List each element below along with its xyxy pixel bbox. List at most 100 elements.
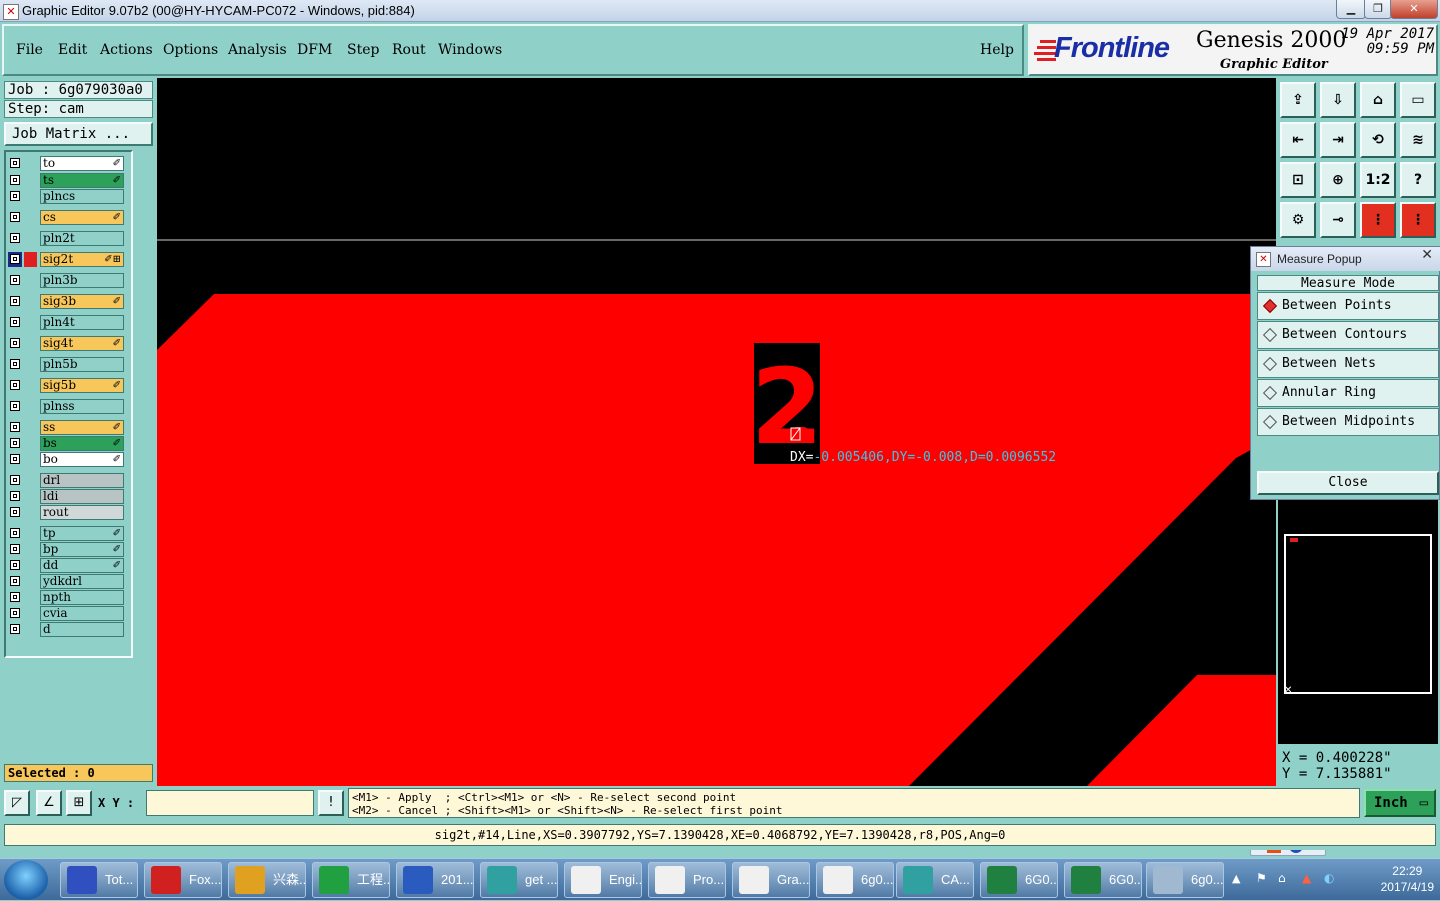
taskbar-item[interactable]: Fox...: [144, 862, 222, 898]
menu-actions[interactable]: Actions: [100, 42, 153, 58]
taskbar-item[interactable]: Pro...: [648, 862, 726, 898]
layer-name[interactable]: pln4t: [40, 315, 124, 330]
layer-name[interactable]: ldi: [40, 489, 124, 504]
layer-checkbox-icon[interactable]: [10, 380, 20, 390]
layer-row-bs[interactable]: bs ✐: [8, 436, 126, 451]
layer-name[interactable]: pln2t: [40, 231, 124, 246]
layer-name[interactable]: rout: [40, 505, 124, 520]
taskbar-item[interactable]: 6G0...: [980, 862, 1058, 898]
taskbar-item[interactable]: 6G0...: [1064, 862, 1142, 898]
layer-row-bp[interactable]: bp ✐: [8, 542, 126, 557]
taskbar-item[interactable]: Tot...: [60, 862, 138, 898]
menu-analysis[interactable]: Analysis: [228, 42, 287, 58]
taskbar-item[interactable]: 6g0...: [816, 862, 894, 898]
snap-mode-icon[interactable]: ◸: [4, 790, 30, 816]
layer-checkbox-icon[interactable]: [10, 528, 20, 538]
taskbar-item[interactable]: 201...: [396, 862, 474, 898]
layer-row-pln5b[interactable]: pln5b: [8, 357, 126, 372]
xy-input[interactable]: [146, 790, 314, 816]
layers-red-icon[interactable]: ⋮: [1360, 202, 1396, 238]
layers-red-2-icon[interactable]: ⋮: [1400, 202, 1436, 238]
layer-checkbox-icon[interactable]: [10, 560, 20, 570]
layer-name[interactable]: bs ✐: [40, 436, 124, 451]
popup-close-button[interactable]: Close: [1257, 471, 1439, 495]
layer-checkbox-icon[interactable]: [10, 254, 20, 264]
layer-row-npth[interactable]: npth: [8, 590, 126, 605]
layer-row-bo[interactable]: bo ✐: [8, 452, 126, 467]
taskbar-item[interactable]: 工程...: [312, 862, 390, 898]
layer-row-sig5b[interactable]: sig5b ✐: [8, 378, 126, 393]
layer-row-pln4t[interactable]: pln4t: [8, 315, 126, 330]
layer-row-d[interactable]: d: [8, 622, 126, 637]
layer-name[interactable]: ss ✐: [40, 420, 124, 435]
layer-name[interactable]: bp ✐: [40, 542, 124, 557]
layer-name[interactable]: sig2t ✐⊞: [40, 252, 124, 267]
layer-row-tp[interactable]: tp ✐: [8, 526, 126, 541]
layer-row-dd[interactable]: dd ✐: [8, 558, 126, 573]
redraw-icon[interactable]: ≋: [1400, 122, 1436, 158]
layer-name[interactable]: tp ✐: [40, 526, 124, 541]
volume-icon[interactable]: ◐: [1324, 871, 1334, 885]
layer-checkbox-icon[interactable]: [10, 454, 20, 464]
house-icon[interactable]: ⌂: [1360, 82, 1396, 118]
layer-name[interactable]: plncs: [40, 189, 124, 204]
option-between-nets[interactable]: Between Nets: [1257, 350, 1439, 378]
layer-checkbox-icon[interactable]: [10, 158, 20, 168]
layer-row-drl[interactable]: drl: [8, 473, 126, 488]
undo-view-icon[interactable]: ⟲: [1360, 122, 1396, 158]
measure-popup-title[interactable]: Measure Popup: [1251, 247, 1440, 271]
unit-selector[interactable]: Inch ▭: [1364, 789, 1436, 817]
menu-dfm[interactable]: DFM: [297, 42, 332, 58]
layer-checkbox-icon[interactable]: [10, 507, 20, 517]
minimize-button[interactable]: ▁: [1336, 0, 1366, 19]
option-between-contours[interactable]: Between Contours: [1257, 321, 1439, 349]
layer-checkbox-icon[interactable]: [10, 275, 20, 285]
layer-name[interactable]: bo ✐: [40, 452, 124, 467]
layer-checkbox-icon[interactable]: [10, 544, 20, 554]
layer-name[interactable]: sig4t ✐: [40, 336, 124, 351]
layer-row-sig4t[interactable]: sig4t ✐: [8, 336, 126, 351]
app-tray-icon[interactable]: ▲: [1302, 871, 1311, 885]
pan-left-icon[interactable]: ⇤: [1280, 122, 1316, 158]
layer-row-sig2t[interactable]: sig2t ✐⊞: [8, 252, 126, 267]
layer-name[interactable]: dd ✐: [40, 558, 124, 573]
overview-minimap[interactable]: ✕: [1284, 534, 1432, 696]
layer-checkbox-icon[interactable]: [10, 401, 20, 411]
angle-mode-icon[interactable]: ∠: [36, 790, 62, 816]
taskbar-item[interactable]: Gra...: [732, 862, 810, 898]
menu-windows[interactable]: Windows: [438, 42, 502, 58]
layer-checkbox-icon[interactable]: [10, 438, 20, 448]
layer-row-plnss[interactable]: plnss: [8, 399, 126, 414]
layer-row-sig3b[interactable]: sig3b ✐: [8, 294, 126, 309]
maximize-button[interactable]: ❐: [1364, 0, 1392, 19]
center-icon[interactable]: ⊕: [1320, 162, 1356, 198]
option-between-points[interactable]: Between Points: [1257, 292, 1439, 320]
layer-checkbox-icon[interactable]: [10, 576, 20, 586]
layer-name[interactable]: sig3b ✐: [40, 294, 124, 309]
layer-name[interactable]: to ✐: [40, 156, 124, 171]
layer-name[interactable]: sig5b ✐: [40, 378, 124, 393]
layer-checkbox-icon[interactable]: [10, 317, 20, 327]
alert-button[interactable]: !: [318, 790, 344, 816]
layer-name[interactable]: cvia: [40, 606, 124, 621]
layer-name[interactable]: d: [40, 622, 124, 637]
popup-close-icon[interactable]: ✕: [1421, 247, 1433, 263]
settings-icon[interactable]: ⚙: [1280, 202, 1316, 238]
layer-checkbox-icon[interactable]: [10, 475, 20, 485]
close-window-button[interactable]: ✕: [1390, 0, 1438, 19]
menu-help[interactable]: Help: [980, 42, 1014, 58]
taskbar-item[interactable]: Engi...: [564, 862, 642, 898]
layer-row-ss[interactable]: ss ✐: [8, 420, 126, 435]
help-icon[interactable]: ?: [1400, 162, 1436, 198]
layer-row-pln2t[interactable]: pln2t: [8, 231, 126, 246]
layer-name[interactable]: ydkdrl: [40, 574, 124, 589]
option-between-midpoints[interactable]: Between Midpoints: [1257, 408, 1439, 436]
layer-row-ydkdrl[interactable]: ydkdrl: [8, 574, 126, 589]
layer-row-cvia[interactable]: cvia: [8, 606, 126, 621]
layer-checkbox-icon[interactable]: [10, 608, 20, 618]
menu-file[interactable]: File: [16, 42, 43, 58]
layer-row-plncs[interactable]: plncs: [8, 189, 126, 204]
layer-name[interactable]: pln3b: [40, 273, 124, 288]
taskbar-item[interactable]: 兴森...: [228, 862, 306, 898]
scale-icon[interactable]: 1:2: [1360, 162, 1396, 198]
